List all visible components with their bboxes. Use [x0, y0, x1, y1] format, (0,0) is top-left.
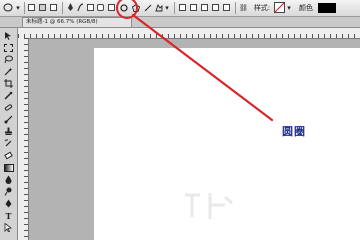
- callout-arrow: [131, 13, 274, 122]
